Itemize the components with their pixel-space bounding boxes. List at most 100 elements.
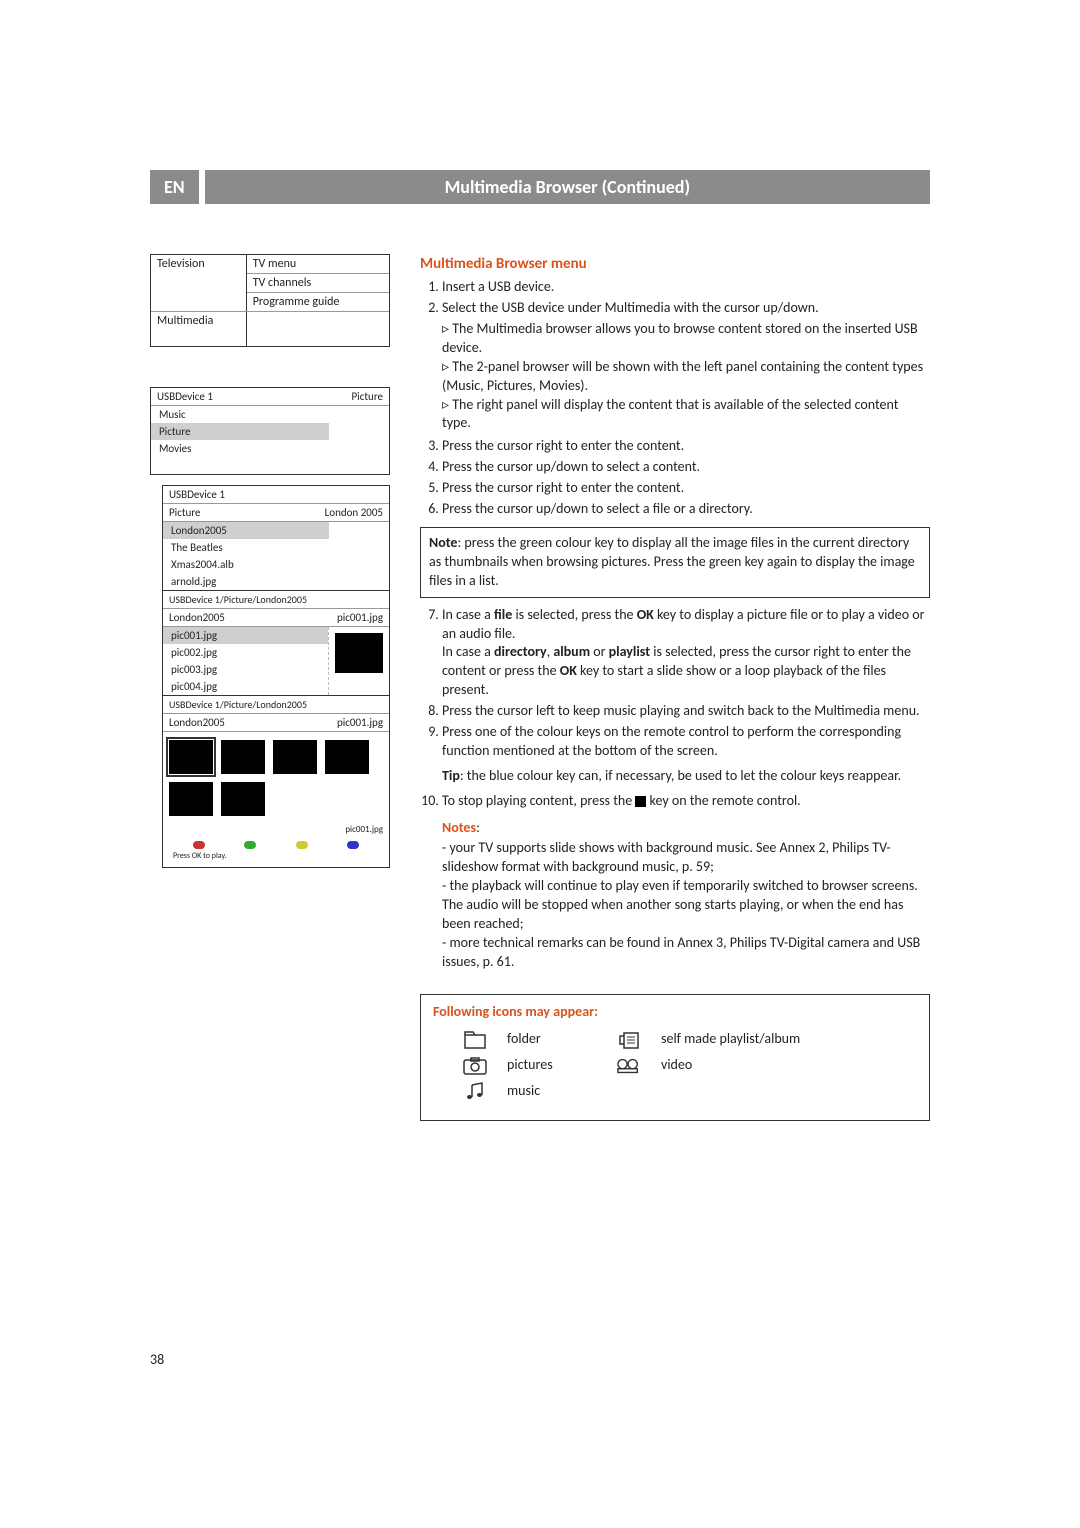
note1-bold: Note [429, 534, 457, 551]
step-2a: The Multimedia browser allows you to bro… [442, 320, 930, 358]
section-heading: Multimedia Browser menu [420, 254, 930, 274]
b2-sub-left: Picture [169, 506, 325, 519]
playlist-icon [617, 1030, 641, 1050]
note-item-1: your TV supports slide shows with backgr… [442, 839, 930, 877]
s7a: In case a [442, 606, 494, 623]
step-2c: The right panel will display the content… [442, 396, 930, 434]
b3-preview-thumb [335, 633, 383, 673]
menu-right-blank [246, 312, 389, 347]
right-column: Multimedia Browser menu Insert a USB dev… [420, 254, 930, 1121]
folder-label: folder [507, 1030, 607, 1049]
tip-line: Tip: the blue colour key can, if necessa… [442, 767, 930, 786]
b4-thumb-1 [169, 740, 213, 774]
b1-preview [329, 406, 389, 474]
browser-pane-3: USBDevice 1/Picture/London2005 London200… [162, 590, 390, 696]
b1-item-movies: Movies [151, 440, 329, 457]
playlist-label: self made playlist/album [661, 1030, 917, 1049]
menu-right-programme: Programme guide [246, 293, 389, 312]
s7b: file [494, 606, 512, 623]
b3-sub-right: pic001.jpg [337, 611, 383, 624]
s7m: OK [560, 662, 577, 679]
step-6: Press the cursor up/down to select a fil… [442, 500, 930, 519]
b4-sub-left: London2005 [169, 716, 337, 729]
note-item-2: the playback will continue to play even … [442, 877, 930, 934]
s7g: directory [494, 643, 547, 660]
s7j: or [590, 643, 609, 660]
instructions-list-3: To stop playing content, press the key o… [420, 792, 930, 811]
step-2: Select the USB device under Multimedia w… [442, 299, 930, 433]
b4-thumb-5 [169, 782, 213, 816]
b2-item-xmas: Xmas2004.alb [163, 556, 329, 573]
step-2-text: Select the USB device under Multimedia w… [442, 299, 819, 316]
b4-color-keys [163, 835, 389, 851]
b1-title-right: Picture [352, 390, 384, 403]
step-2b: The 2-panel browser will be shown with t… [442, 358, 930, 396]
stop-icon [635, 796, 646, 807]
menu-left-television: Television [151, 255, 246, 274]
music-label: music [507, 1082, 607, 1101]
browser-pane-4: USBDevice 1/Picture/London2005 London200… [162, 695, 390, 868]
step-4: Press the cursor up/down to select a con… [442, 458, 930, 477]
icons-heading: Following icons may appear: [433, 1003, 917, 1022]
b4-thumb-label: pic001.jpg [163, 824, 389, 835]
b2-item-london: London2005 [163, 522, 329, 539]
b3-path: USBDevice 1/Picture/London2005 [163, 591, 389, 609]
video-label: video [661, 1056, 917, 1075]
b2-title: USBDevice 1 [169, 488, 383, 501]
s7c: is selected, press the [512, 606, 636, 623]
b2-sub-right: London 2005 [325, 506, 383, 519]
b1-item-picture: Picture [151, 423, 329, 440]
note-item-3: more technical remarks can be found in A… [442, 934, 930, 972]
menu-left-blank1 [151, 274, 246, 293]
s10a: To stop playing content, press the [442, 792, 635, 809]
step-9: Press one of the colour keys on the remo… [442, 723, 930, 761]
menu-right-tvchannels: TV channels [246, 274, 389, 293]
music-icon [463, 1082, 487, 1102]
instructions-list-2: In case a file is selected, press the OK… [420, 606, 930, 761]
page-header: EN Multimedia Browser (Continued) [150, 170, 930, 204]
b1-title-left: USBDevice 1 [157, 390, 352, 403]
browser-pane-2: USBDevice 1 Picture London 2005 London20… [162, 485, 390, 591]
b1-item-blank [151, 457, 329, 474]
language-badge: EN [150, 170, 199, 204]
tip-text: : the blue colour key can, if necessary,… [460, 767, 901, 784]
notes-section: Notes: your TV supports slide shows with… [442, 819, 930, 972]
left-column: Television TV menu TV channels Programme… [150, 254, 390, 868]
red-key-icon [193, 841, 205, 849]
browser-stack: USBDevice 1 Picture Music Picture Movies [150, 387, 390, 868]
s7f: In case a [442, 643, 494, 660]
b2-item-beatles: The Beatles [163, 539, 329, 556]
b2-preview [329, 522, 389, 590]
notes-heading: Notes [442, 819, 476, 836]
b3-item-3: pic003.jpg [163, 661, 328, 678]
tv-menu-box: Television TV menu TV channels Programme… [150, 254, 390, 347]
b3-preview [329, 627, 389, 695]
b4-path: USBDevice 1/Picture/London2005 [163, 696, 389, 714]
note1-text: : press the green colour key to display … [429, 534, 915, 589]
step-7: In case a file is selected, press the OK… [442, 606, 930, 700]
s7k: playlist [609, 643, 650, 660]
instructions-list: Insert a USB device. Select the USB devi… [420, 278, 930, 519]
page-number: 38 [150, 1351, 164, 1368]
pictures-label: pictures [507, 1056, 607, 1075]
step-5: Press the cursor right to enter the cont… [442, 479, 930, 498]
step-8: Press the cursor left to keep music play… [442, 702, 930, 721]
b4-thumbnails [163, 732, 389, 824]
b4-footer-hint: Press OK to play. [163, 851, 389, 867]
s7i: album [553, 643, 590, 660]
b4-thumb-2 [221, 740, 265, 774]
yellow-key-icon [296, 841, 308, 849]
s7d: OK [637, 606, 654, 623]
blue-key-icon [347, 841, 359, 849]
b4-thumb-3 [273, 740, 317, 774]
green-key-icon [244, 841, 256, 849]
note-block-1: Note: press the green colour key to disp… [420, 527, 930, 598]
s10b: key on the remote control. [646, 792, 800, 809]
b2-item-arnold: arnold.jpg [163, 573, 329, 590]
b4-thumb-6 [221, 782, 265, 816]
icons-legend-box: Following icons may appear: folder self … [420, 994, 930, 1121]
b3-item-1: pic001.jpg [163, 627, 328, 644]
step-3: Press the cursor right to enter the cont… [442, 437, 930, 456]
tip-bold: Tip [442, 767, 460, 784]
b3-item-2: pic002.jpg [163, 644, 328, 661]
